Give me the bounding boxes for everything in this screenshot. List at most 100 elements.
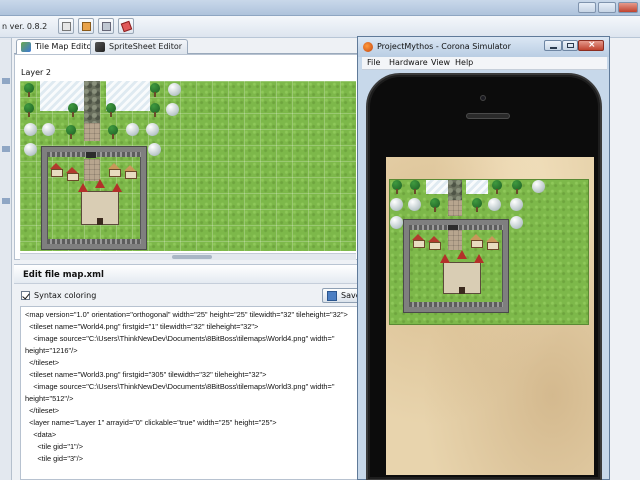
code-line: height="512"/> [25, 394, 74, 403]
eraser-icon [120, 20, 133, 33]
xml-code-editor[interactable]: <map version="1.0" orientation="orthogon… [20, 306, 360, 480]
menu-view[interactable]: View [431, 58, 450, 67]
toolbar-new-button[interactable] [58, 18, 74, 34]
tree-sprite [150, 103, 160, 117]
code-line: <layer name="Layer 1" arrayid="0" clicka… [25, 418, 277, 427]
snow-tree-sprite [488, 198, 501, 211]
snow-tree-sprite [148, 143, 161, 156]
snow-tree-sprite [24, 123, 37, 136]
editor-close-button[interactable] [618, 2, 638, 13]
corona-app-icon [363, 42, 373, 52]
speaker-grille [466, 113, 510, 119]
tree-sprite [108, 125, 118, 139]
simulator-title: ProjectMythos - Corona Simulator [377, 42, 511, 51]
menu-file[interactable]: File [367, 58, 380, 67]
panel-marker [2, 198, 10, 204]
tree-sprite [492, 180, 502, 194]
dirt-path-tiles [84, 123, 100, 141]
house-sprite [486, 236, 499, 250]
code-line: <image source="C:\Users\ThinkNewDev\Docu… [25, 382, 335, 391]
town-path [448, 230, 462, 250]
code-line: <tileset name="World3.png" firstgid="305… [25, 370, 267, 379]
code-line: <tile gid="1"/> [25, 442, 84, 451]
toolbar-open-button[interactable] [78, 18, 94, 34]
tab-tile-map-editor[interactable]: Tile Map Editor [16, 39, 101, 54]
tile-map-panel: Layer 2 [14, 54, 360, 260]
toolbar-sprite-button[interactable] [98, 18, 114, 34]
tree-sprite [24, 103, 34, 117]
panel-marker [2, 146, 10, 152]
castle-tower-roof [112, 183, 122, 192]
map-horizontal-scrollbar[interactable] [20, 253, 356, 260]
tab-label: Tile Map Editor [35, 42, 95, 51]
snow-tree-sprite [532, 180, 545, 193]
snow-tree-sprite [408, 198, 421, 211]
house-sprite [124, 165, 137, 179]
iphone-device-frame [366, 73, 602, 480]
wall-battlement [409, 302, 503, 307]
code-line: </tileset> [25, 406, 60, 415]
panel-marker [2, 78, 10, 84]
tab-label: SpriteSheet Editor [109, 42, 183, 51]
castle-door [459, 287, 465, 294]
snow-tree-sprite [126, 123, 139, 136]
tree-sprite [392, 180, 402, 194]
snow-tree-sprite [24, 143, 37, 156]
game-map-view[interactable] [389, 179, 589, 325]
maximize-button[interactable] [562, 40, 578, 51]
new-file-icon [62, 22, 71, 31]
house-sprite [428, 236, 441, 250]
dirt-path-tiles [448, 200, 462, 216]
house-sprite [108, 163, 121, 177]
save-button[interactable]: Save [322, 288, 362, 303]
corona-simulator-window: ProjectMythos - Corona Simulator × File … [357, 36, 610, 480]
house-sprite [66, 167, 79, 181]
tree-sprite [472, 198, 482, 212]
castle-tower-roof [457, 250, 467, 259]
file-panel-title: Edit file map.xml [23, 270, 104, 280]
device-screen[interactable] [386, 157, 594, 475]
rock-path-tiles [448, 180, 462, 200]
spritesheet-icon [95, 42, 105, 52]
castle-tower-roof [440, 254, 450, 263]
wall-battlement [47, 239, 141, 244]
castle-tower-roof [78, 183, 88, 192]
toolbar-erase-button[interactable] [118, 18, 134, 34]
tree-sprite [430, 198, 440, 212]
syntax-coloring-checkbox[interactable] [21, 291, 30, 300]
town-gate [86, 152, 96, 158]
editor-maximize-button[interactable] [598, 2, 616, 13]
tab-spritesheet-editor[interactable]: SpriteSheet Editor [90, 39, 189, 54]
castle-sprite [440, 250, 484, 294]
xml-file-panel: Edit file map.xml Syntax coloring Save <… [14, 264, 362, 480]
simulator-titlebar[interactable]: ProjectMythos - Corona Simulator × [358, 37, 609, 57]
snow-tree-sprite [146, 123, 159, 136]
snow-tree-sprite [390, 198, 403, 211]
house-sprite [412, 234, 425, 248]
editor-minimize-button[interactable] [578, 2, 596, 13]
tile-map-canvas[interactable] [20, 81, 356, 251]
code-line: <data> [25, 430, 57, 439]
tree-sprite [106, 103, 116, 117]
scrollbar-thumb[interactable] [172, 255, 212, 259]
sprite-tool-icon [102, 22, 111, 31]
castle-door [97, 218, 103, 225]
castle-tower-roof [474, 254, 484, 263]
close-button[interactable]: × [578, 40, 604, 51]
snow-tree-sprite [390, 216, 403, 229]
code-line: <image source="C:\Users\ThinkNewDev\Docu… [25, 334, 335, 343]
menu-help[interactable]: Help [455, 58, 473, 67]
house-sprite [50, 163, 63, 177]
minimize-button[interactable] [544, 40, 562, 51]
code-line: <tileset name="World4.png" firstgid="1" … [25, 322, 259, 331]
camera-icon [480, 95, 486, 101]
menu-hardware[interactable]: Hardware [389, 58, 428, 67]
minimize-icon [550, 47, 557, 49]
town-path [84, 159, 100, 181]
code-line: <tile gid="3"/> [25, 454, 84, 463]
syntax-options-row: Syntax coloring Save [14, 284, 362, 306]
maximize-icon [567, 43, 574, 48]
snow-tree-sprite [510, 216, 523, 229]
tree-sprite [24, 83, 34, 97]
layer-label: Layer 2 [21, 68, 51, 77]
